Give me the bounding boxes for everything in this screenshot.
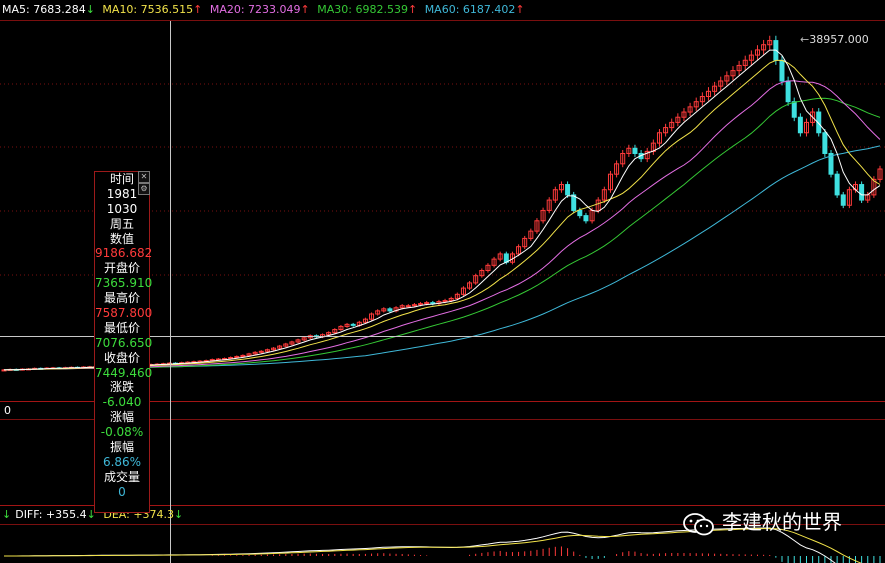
tooltip-row: 成交量	[103, 469, 140, 484]
tooltip-row: 涨幅	[109, 410, 134, 425]
ma30-label: MA30: 6982.539↑	[317, 3, 418, 16]
tooltip-row: 振幅	[109, 440, 134, 455]
candle-body	[577, 209, 583, 217]
candle-body	[387, 308, 393, 312]
candle-body	[632, 147, 638, 154]
peak-value-label: ←38957.000	[800, 33, 869, 46]
candle-body	[797, 116, 803, 134]
tooltip-row: 7365.910	[95, 276, 153, 291]
watermark: 李建秋的世界	[682, 508, 842, 536]
tooltip-row: 涨跌	[109, 380, 134, 395]
watermark-text: 李建秋的世界	[722, 510, 842, 534]
candle-body	[779, 59, 785, 82]
diff-label: DIFF: +355.4↓	[15, 508, 96, 521]
moving-average-legend: MA5: 7683.284↓ MA10: 7536.515↑ MA20: 723…	[0, 0, 529, 20]
candle-body	[785, 80, 791, 103]
candle-body	[859, 184, 865, 201]
tooltip-row: 数值	[109, 231, 134, 246]
gear-icon[interactable]: ⚙	[138, 183, 150, 195]
crosshair-tooltip: ✕ ⚙ 时间 1981 1030 周五 数值 9186.682 开盘价 7365.910 最高价…	[94, 171, 153, 513]
candle-body	[350, 323, 356, 326]
candle-body	[822, 132, 828, 154]
candle-body	[565, 184, 571, 196]
tooltip-row: -0.08%	[100, 425, 144, 440]
tooltip-row: 6.86%	[102, 454, 142, 469]
tooltip-row: 7449.460	[95, 365, 153, 380]
tooltip-rows: 时间 1981 1030 周五 数值 9186.682 开盘价 7365.910 最高价 7587…	[95, 172, 153, 500]
tooltip-row: 最低价	[103, 320, 140, 335]
tooltip-row: 7587.800	[95, 306, 153, 321]
ma60-label: MA60: 6187.402↑	[424, 3, 525, 16]
tooltip-row: 9186.682	[95, 246, 153, 261]
candle-body	[583, 215, 589, 222]
ma10-label: MA10: 7536.515↑	[102, 3, 203, 16]
tooltip-row: 0	[118, 484, 126, 499]
tooltip-row: 1030	[106, 201, 138, 216]
tooltip-row: 开盘价	[103, 261, 140, 276]
ma20-label: MA20: 7233.049↑	[209, 3, 310, 16]
tooltip-row: 最高价	[103, 291, 140, 306]
tooltip-row: -6.040	[102, 395, 142, 410]
wechat-icon	[683, 512, 714, 535]
candle-body	[834, 173, 840, 196]
candle-body	[791, 101, 797, 118]
close-icon[interactable]: ✕	[138, 171, 150, 183]
candle-body	[571, 194, 577, 211]
candle-body	[840, 194, 846, 206]
tooltip-row: 收盘价	[103, 350, 140, 365]
candle-body	[405, 305, 411, 308]
tooltip-row: 周五	[109, 216, 134, 231]
zero-axis-label: 0	[4, 404, 11, 417]
tooltip-row: 7076.650	[95, 335, 153, 350]
ma5-label: MA5: 7683.284↓	[2, 3, 95, 16]
